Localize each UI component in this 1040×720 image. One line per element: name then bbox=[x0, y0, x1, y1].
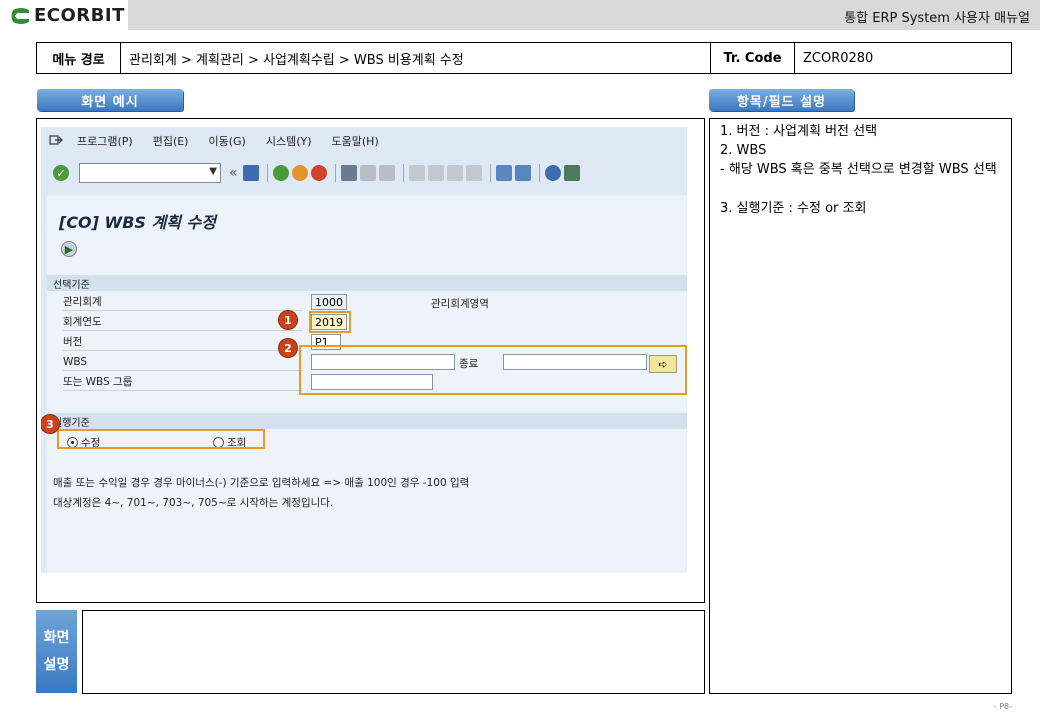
controlling-area-label: 관리회계 bbox=[63, 296, 102, 308]
menu-program[interactable]: 프로그램(P) bbox=[77, 133, 133, 149]
fiscal-year-row: 회계연도 bbox=[63, 313, 303, 331]
find-icon[interactable] bbox=[359, 165, 376, 181]
wbs-group-label: 또는 WBS 그룹 bbox=[63, 376, 133, 388]
save-icon[interactable] bbox=[242, 165, 259, 181]
page-number: - P8- bbox=[993, 702, 1012, 711]
wbs-label: WBS bbox=[63, 355, 88, 368]
first-page-icon[interactable] bbox=[408, 165, 425, 181]
logo-text: ECORBIT bbox=[34, 5, 125, 26]
execution-criteria-header: 실행기준 bbox=[47, 413, 687, 429]
sap-main-area: [CO] WBS 계획 수정 ▶ 선택기준 관리회계 1000 관리회계영역 회… bbox=[41, 195, 687, 573]
print-icon[interactable] bbox=[340, 165, 357, 181]
execute-icon[interactable]: ▶ bbox=[61, 241, 77, 257]
desc-item-execution: 3. 실행기준 : 수정 or 조회 bbox=[720, 200, 867, 216]
callout-badge-3: 3 bbox=[41, 415, 59, 433]
menu-system[interactable]: 시스템(Y) bbox=[266, 133, 312, 149]
exit-icon[interactable] bbox=[291, 165, 308, 181]
fiscal-year-label: 회계연도 bbox=[63, 316, 102, 328]
transaction-title: [CO] WBS 계획 수정 bbox=[59, 213, 216, 232]
shortcut-icon[interactable] bbox=[514, 165, 531, 181]
sap-screen: 프로그램(P) 편집(E) 이동(G) 시스템(Y) 도움말(H) ✓ ▼ « bbox=[41, 127, 687, 573]
menu-edit[interactable]: 편집(E) bbox=[153, 133, 189, 149]
help-icon[interactable] bbox=[544, 165, 561, 181]
find-next-icon[interactable] bbox=[378, 165, 395, 181]
menu-path-value: 관리회계 > 계획관리 > 사업계획수립 > WBS 비용계획 수정 bbox=[121, 43, 711, 73]
back-icon[interactable] bbox=[272, 165, 289, 181]
menu-path-label: 메뉴 경로 bbox=[37, 43, 121, 73]
last-page-icon[interactable] bbox=[465, 165, 482, 181]
double-chevron-left-icon[interactable]: « bbox=[229, 165, 238, 181]
highlight-fiscal-year bbox=[309, 311, 351, 333]
tr-code-value: ZCOR0280 bbox=[803, 50, 874, 66]
page-header: ECORBIT 통합 ERP System 사용자 매뉴얼 bbox=[0, 0, 1040, 30]
field-description-panel: 1. 버전 : 사업계획 버전 선택 2. WBS - 해당 WBS 혹은 중복… bbox=[709, 118, 1012, 694]
exit-menu-icon[interactable] bbox=[49, 134, 65, 148]
company-logo: ECORBIT bbox=[10, 5, 125, 26]
ecorbit-logo-icon bbox=[11, 7, 29, 24]
controlling-area-text: 관리회계영역 bbox=[431, 298, 489, 310]
desc-item-wbs-detail: - 해당 WBS 혹은 중복 선택으로 변경할 WBS 선택 bbox=[720, 161, 997, 177]
toolbar-separator bbox=[334, 164, 336, 182]
wbs-group-row: 또는 WBS 그룹 bbox=[63, 373, 303, 391]
selection-criteria-header: 선택기준 bbox=[47, 275, 687, 291]
screen-description-box bbox=[82, 610, 705, 694]
desc-item-wbs: 2. WBS bbox=[720, 142, 767, 158]
next-page-icon[interactable] bbox=[446, 165, 463, 181]
toolbar-separator bbox=[538, 164, 540, 182]
screen-description-label: 화면 설명 bbox=[36, 610, 77, 693]
version-label: 버전 bbox=[63, 336, 83, 348]
callout-badge-1: 1 bbox=[279, 311, 297, 329]
highlight-wbs bbox=[299, 345, 687, 395]
manual-title: 통합 ERP System 사용자 매뉴얼 bbox=[844, 11, 1030, 26]
toolbar-separator bbox=[402, 164, 404, 182]
previous-page-icon[interactable] bbox=[427, 165, 444, 181]
command-field[interactable]: ▼ bbox=[79, 163, 221, 183]
version-row: 버전 bbox=[63, 333, 303, 351]
callout-badge-2: 2 bbox=[279, 339, 297, 357]
enter-check-icon[interactable]: ✓ bbox=[53, 165, 69, 181]
field-description-tab: 항목/필드 설명 bbox=[709, 89, 854, 111]
menu-path-table: 메뉴 경로 관리회계 > 계획관리 > 사업계획수립 > WBS 비용계획 수정… bbox=[36, 42, 1012, 74]
sap-menu-bar: 프로그램(P) 편집(E) 이동(G) 시스템(Y) 도움말(H) bbox=[41, 127, 687, 155]
menu-help[interactable]: 도움말(H) bbox=[332, 133, 379, 149]
layout-menu-icon[interactable] bbox=[563, 165, 580, 181]
screen-example-frame: 프로그램(P) 편집(E) 이동(G) 시스템(Y) 도움말(H) ✓ ▼ « bbox=[36, 118, 705, 603]
cancel-icon[interactable] bbox=[310, 165, 327, 181]
tr-code-label: Tr. Code bbox=[711, 43, 795, 73]
screen-description-label-line2: 설명 bbox=[43, 656, 70, 673]
note-revenue: 매출 또는 수익일 경우 경우 마이너스(-) 기준으로 입력하세요 => 매출… bbox=[53, 477, 470, 489]
new-session-icon[interactable] bbox=[495, 165, 512, 181]
desc-spacer bbox=[720, 180, 1001, 200]
toolbar-separator bbox=[266, 164, 268, 182]
controlling-area-row: 관리회계 bbox=[63, 293, 303, 311]
wbs-row: WBS bbox=[63, 353, 303, 371]
toolbar-separator bbox=[489, 164, 491, 182]
screen-description-label-line1: 화면 bbox=[43, 629, 70, 646]
desc-item-version: 1. 버전 : 사업계획 버전 선택 bbox=[720, 124, 878, 139]
highlight-execution bbox=[57, 429, 265, 449]
screen-example-tab: 화면 예시 bbox=[37, 89, 183, 111]
sap-toolbar: ✓ ▼ « bbox=[41, 159, 687, 187]
note-accounts: 대상계정은 4~, 701~, 703~, 705~로 시작하는 계정입니다. bbox=[53, 497, 334, 509]
chevron-down-icon[interactable]: ▼ bbox=[209, 166, 217, 177]
controlling-area-field[interactable]: 1000 bbox=[311, 294, 347, 310]
menu-goto[interactable]: 이동(G) bbox=[208, 133, 245, 149]
